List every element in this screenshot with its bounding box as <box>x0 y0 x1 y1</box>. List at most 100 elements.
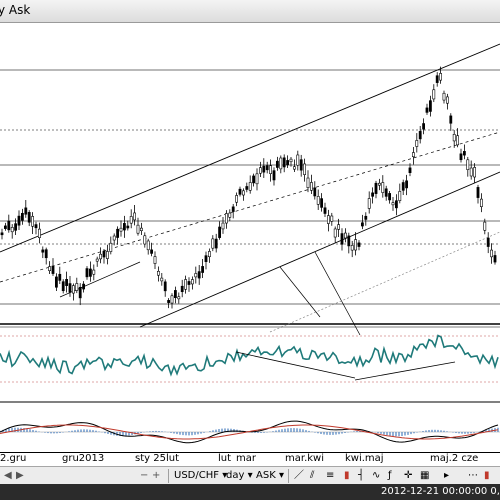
candle-body <box>432 89 436 100</box>
trend-segment <box>59 261 141 298</box>
candle-body <box>146 240 150 251</box>
candle-body <box>187 281 191 285</box>
candle-body <box>248 182 252 191</box>
window-titlebar: y Ask <box>0 0 500 23</box>
rsi-trendline <box>235 351 356 379</box>
candle-body <box>405 180 409 189</box>
candle-body <box>7 220 11 231</box>
candle-body <box>65 279 69 286</box>
chart-toolbar: ◀ ▶ − + USD/CHF ▾ day ▾ ASK ▾ ／ ⫽ ≡ ▮ ┤ … <box>0 466 500 485</box>
candle-body <box>34 224 38 229</box>
window-title: y Ask <box>0 3 31 17</box>
line-tool-icon[interactable]: ／ <box>294 469 304 482</box>
zoom-out-icon[interactable]: − <box>140 469 148 482</box>
symbol-select[interactable]: USD/CHF ▾ <box>174 469 227 482</box>
time-label-7: kwi.maj <box>345 453 384 464</box>
candle-body <box>282 157 286 168</box>
candle-body <box>136 224 140 234</box>
candle-body <box>309 182 313 191</box>
candle-body <box>456 135 460 146</box>
rsi-panel <box>0 334 500 383</box>
candle-red-icon[interactable]: ▮ <box>484 469 490 482</box>
candle-body <box>292 166 296 170</box>
price-type-label: ASK <box>256 470 276 481</box>
price-type-select[interactable]: ASK ▾ <box>256 469 284 482</box>
candle-body <box>333 228 337 238</box>
candle-body <box>415 140 419 147</box>
candle-body <box>106 251 109 259</box>
candle-body <box>374 182 378 194</box>
candle-body <box>371 192 375 197</box>
candle-body <box>44 249 48 259</box>
symbol-label: USD/CHF <box>174 470 219 481</box>
candle-body <box>462 151 466 156</box>
candle-body <box>218 226 222 238</box>
candle-body <box>201 266 205 273</box>
candle-body <box>343 232 347 239</box>
candle-body <box>466 159 470 170</box>
candle-body <box>92 269 96 275</box>
candle-body <box>401 182 405 191</box>
candlesticks <box>0 66 497 309</box>
candle-body <box>89 268 92 277</box>
channel-mid <box>0 131 500 283</box>
candle-body <box>51 265 55 274</box>
status-bar: 2012-12-21 00:00:00 0,9555 <box>0 484 500 500</box>
candle-body <box>214 238 218 249</box>
candle-body <box>163 281 167 292</box>
candle-body <box>306 177 310 188</box>
candle-body <box>408 167 412 173</box>
candle-body <box>82 283 86 290</box>
candle-body <box>483 221 487 231</box>
candle-body <box>381 182 385 193</box>
candle-body <box>422 123 426 130</box>
chevron-down-icon: ▾ <box>278 470 284 481</box>
candle-body <box>102 250 106 258</box>
candle-body <box>442 92 446 101</box>
fan-line <box>279 266 321 318</box>
channel-tool-icon[interactable]: ⫽ <box>310 469 314 482</box>
candle-style-icon[interactable]: ▮ <box>344 469 350 482</box>
candle-body <box>10 227 14 233</box>
candle-body <box>486 237 490 247</box>
candle-body <box>167 300 171 303</box>
candle-body <box>449 115 453 124</box>
zoom-in-icon[interactable]: + <box>152 469 160 482</box>
candle-body <box>367 198 371 209</box>
indicators-icon[interactable]: ƒ <box>388 469 392 482</box>
candle-body <box>377 182 381 186</box>
scroll-left-icon[interactable]: ◀ <box>4 469 12 482</box>
candle-body <box>316 196 320 205</box>
candle-body <box>493 255 497 263</box>
candle-body <box>54 276 58 288</box>
candle-body <box>265 165 269 171</box>
candle-body <box>289 158 293 163</box>
candle-body <box>20 212 24 221</box>
fibonacci-tool-icon[interactable]: ≡ <box>326 469 334 482</box>
price-chart[interactable] <box>0 22 500 452</box>
tool-options-icon[interactable]: ⋯ <box>468 469 478 482</box>
candle-body <box>48 266 52 271</box>
candle-body <box>211 238 215 249</box>
candle-body <box>140 227 143 231</box>
candle-body <box>170 295 174 304</box>
candle-body <box>252 175 256 184</box>
scroll-right-icon[interactable]: ▶ <box>16 469 24 482</box>
candle-body <box>490 249 494 258</box>
bar-style-icon[interactable]: ┤ <box>358 469 364 482</box>
candle-body <box>37 228 41 238</box>
candle-body <box>75 283 79 291</box>
candle-body <box>323 207 327 214</box>
candle-body <box>184 279 188 290</box>
fan-line <box>314 251 361 336</box>
candle-body <box>160 277 164 282</box>
candle-body <box>204 255 208 262</box>
candle-body <box>153 256 157 264</box>
candle-body <box>41 249 45 253</box>
candle-body <box>357 242 361 247</box>
line-style-icon[interactable]: ∿ <box>372 469 380 482</box>
crosshair-icon[interactable]: ✛ <box>404 469 412 482</box>
period-select[interactable]: day ▾ <box>226 469 253 482</box>
tool-more-icon[interactable]: ▸ <box>444 469 449 482</box>
grid-toggle-icon[interactable]: ▦ <box>420 469 429 482</box>
